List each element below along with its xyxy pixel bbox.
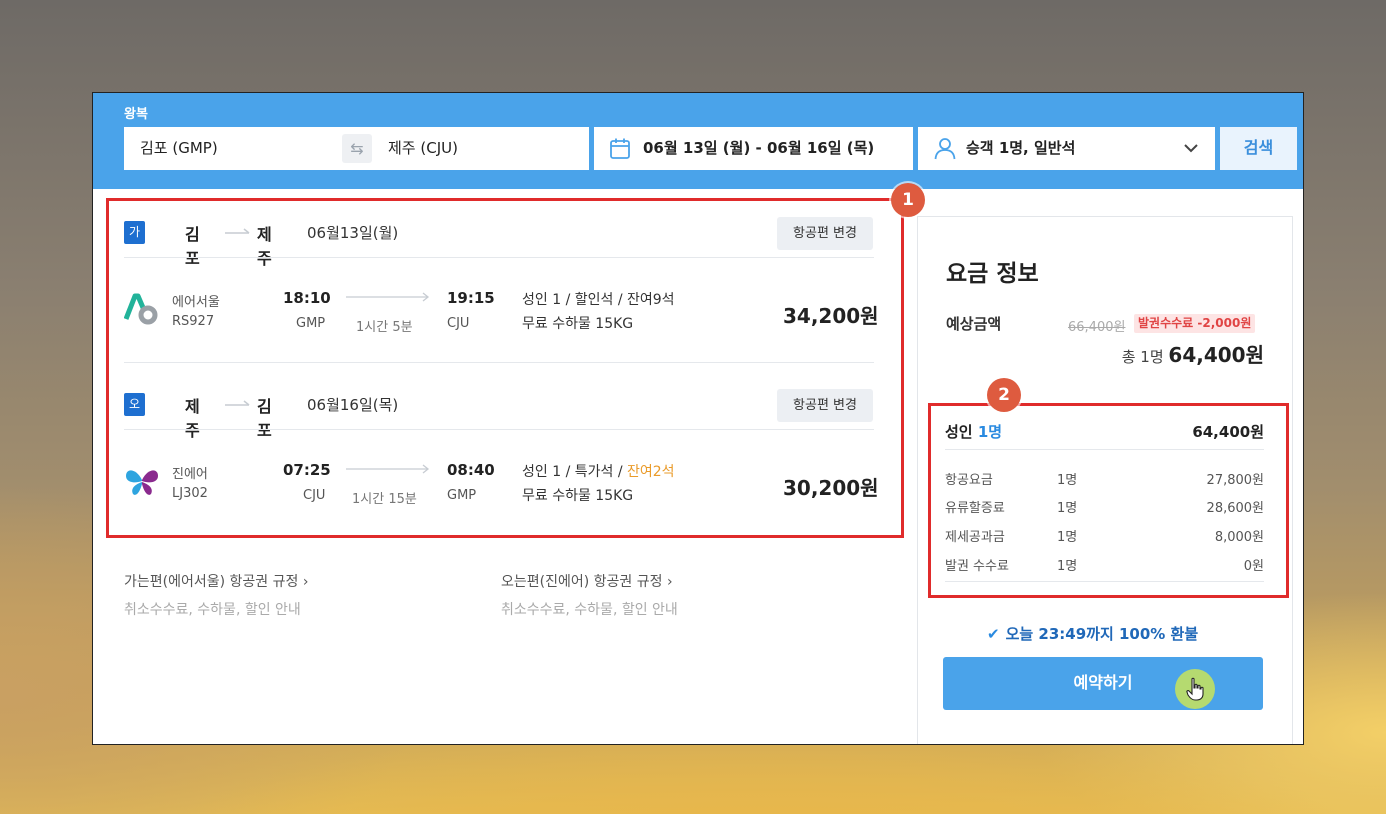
inbound-departure-airport: CJU: [303, 488, 326, 503]
outbound-seat-info: 성인 1 / 할인석 / 잔여9석: [522, 292, 675, 308]
date-range-text: 06월 13일 (월) - 06월 16일 (목): [643, 139, 875, 157]
fare-row-amount: 27,800원: [1206, 473, 1264, 488]
flight-path-arrow-icon: [346, 292, 430, 302]
mouse-cursor-highlight: [1175, 669, 1215, 709]
inbound-fare-rules-link[interactable]: 오는편(진에어) 항공권 규정 ›: [501, 571, 673, 591]
outbound-departure-airport: GMP: [296, 316, 326, 331]
estimate-label: 예상금액: [946, 315, 1002, 333]
fare-row-qty: 1명: [1057, 501, 1078, 516]
fare-row-airfare: 항공요금 1명 27,800원: [945, 469, 1264, 489]
outbound-baggage-info: 무료 수하물 15KG: [522, 316, 634, 332]
inbound-fare-rules-subtext: 취소수수료, 수하물, 할인 안내: [501, 602, 678, 618]
fare-info-title: 요금 정보: [946, 261, 1039, 287]
passenger-field[interactable]: 승객 1명, 일반석: [918, 127, 1215, 170]
inbound-seat-info: 성인 1 / 특가석 / 잔여2석: [522, 461, 675, 481]
breakdown-adult-count: 1명: [977, 423, 1003, 441]
original-price: 66,400원: [1068, 320, 1126, 335]
check-icon: ✔: [987, 625, 1000, 643]
inbound-badge: 오는편: [124, 393, 146, 457]
inbound-duration: 1시간 15분: [352, 492, 417, 507]
fare-row-amount: 0원: [1243, 559, 1264, 574]
inbound-arrival-time: 08:40: [447, 461, 495, 479]
divider: [124, 362, 874, 363]
ticketing-fee-discount-badge: 발권수수료 -2,000원: [1134, 314, 1256, 333]
divider: [945, 581, 1264, 582]
inbound-flight-number: LJ302: [172, 486, 208, 501]
inbound-departure-time: 07:25: [283, 461, 331, 479]
book-button[interactable]: 예약하기: [943, 657, 1263, 710]
inbound-price: 30,200원: [783, 476, 879, 500]
outbound-date: 06월13일(월): [307, 224, 399, 242]
search-button[interactable]: 검색: [1220, 127, 1297, 170]
outbound-destination: 제주: [257, 225, 272, 268]
divider: [945, 449, 1264, 450]
fare-row-label: 제세공과금: [945, 530, 1005, 545]
calendar-icon: [610, 138, 630, 159]
inbound-origin: 제주: [185, 397, 200, 440]
booking-window: 왕복 김포 (GMP) ⇆ 제주 (CJU) 06월 13일 (월) - 06월…: [93, 93, 1303, 744]
fare-row-qty: 1명: [1057, 530, 1078, 545]
inbound-seats-left: 잔여2석: [627, 464, 675, 480]
divider: [124, 257, 874, 258]
inbound-arrival-airport: GMP: [447, 488, 477, 503]
outbound-duration: 1시간 5분: [356, 320, 413, 335]
inbound-baggage-info: 무료 수하물 15KG: [522, 488, 634, 504]
refund-notice-text: 오늘 23:49까지 100% 환불: [1005, 625, 1199, 643]
fare-row-qty: 1명: [1057, 473, 1078, 488]
hand-pointer-icon: [1186, 677, 1204, 701]
inbound-airline-name: 진에어: [172, 467, 208, 482]
origin-field[interactable]: 김포 (GMP): [140, 127, 218, 170]
outbound-arrival-time: 19:15: [447, 289, 495, 307]
fare-row-label: 발권 수수료: [945, 559, 1009, 574]
fare-row-amount: 8,000원: [1214, 530, 1264, 545]
outbound-flight-number: RS927: [172, 314, 215, 329]
breakdown-adult-amount: 64,400원: [1192, 423, 1264, 441]
arrow-right-icon: [225, 228, 250, 234]
swap-icon: ⇆: [350, 139, 364, 158]
flight-path-arrow-icon: [346, 464, 430, 474]
fare-row-fuel-surcharge: 유류할증료 1명 28,600원: [945, 497, 1264, 517]
fare-row-ticketing-fee: 발권 수수료 1명 0원: [945, 555, 1264, 575]
inbound-seat-info-text: 성인 1 / 특가석 /: [522, 464, 627, 480]
arrow-right-icon: [225, 400, 250, 406]
inbound-change-flight-button[interactable]: 항공편 변경: [777, 389, 873, 422]
date-field[interactable]: 06월 13일 (월) - 06월 16일 (목): [594, 127, 913, 170]
breakdown-adult-text: 성인: [945, 423, 978, 441]
inbound-destination: 김포: [257, 397, 272, 440]
divider: [124, 429, 874, 430]
swap-route-button[interactable]: ⇆: [342, 134, 372, 163]
outbound-origin: 김포: [185, 225, 200, 268]
annotation-marker-2: 2: [987, 378, 1021, 412]
route-field[interactable]: 김포 (GMP) ⇆ 제주 (CJU): [124, 127, 589, 170]
outbound-fare-rules-link[interactable]: 가는편(에어서울) 항공권 규정 ›: [124, 571, 308, 591]
outbound-price: 34,200원: [783, 304, 879, 328]
person-icon: [934, 138, 956, 160]
fare-row-qty: 1명: [1057, 559, 1078, 574]
breakdown-adult-label: 성인 1명: [945, 421, 1002, 442]
search-bar: 왕복 김포 (GMP) ⇆ 제주 (CJU) 06월 13일 (월) - 06월…: [93, 93, 1303, 189]
fare-row-label: 유류할증료: [945, 501, 1005, 516]
outbound-departure-time: 18:10: [283, 289, 331, 307]
inbound-date: 06월16일(목): [307, 396, 399, 414]
outbound-badge: 가는편: [124, 221, 146, 285]
outbound-change-flight-button[interactable]: 항공편 변경: [777, 217, 873, 250]
jin-air-logo-icon: [126, 470, 158, 495]
trip-type-label: 왕복: [124, 107, 148, 122]
outbound-arrival-airport: CJU: [447, 316, 470, 331]
total-amount: 64,400원: [1168, 343, 1264, 367]
destination-field[interactable]: 제주 (CJU): [388, 127, 458, 170]
refund-notice: ✔ 오늘 23:49까지 100% 환불: [987, 623, 1198, 644]
passenger-text: 승객 1명, 일반석: [966, 139, 1076, 157]
chevron-down-icon: [1184, 144, 1198, 153]
annotation-marker-1: 1: [891, 183, 925, 217]
total-passenger-count: 총 1명: [1121, 348, 1169, 366]
air-seoul-logo-icon: [124, 293, 158, 325]
outbound-airline-name: 에어서울: [172, 295, 220, 310]
fare-row-label: 항공요금: [945, 473, 993, 488]
total-price-row: 총 1명 64,400원: [1122, 339, 1264, 368]
fare-row-amount: 28,600원: [1206, 501, 1264, 516]
outbound-fare-rules-subtext: 취소수수료, 수하물, 할인 안내: [124, 602, 301, 618]
fare-row-taxes: 제세공과금 1명 8,000원: [945, 526, 1264, 546]
